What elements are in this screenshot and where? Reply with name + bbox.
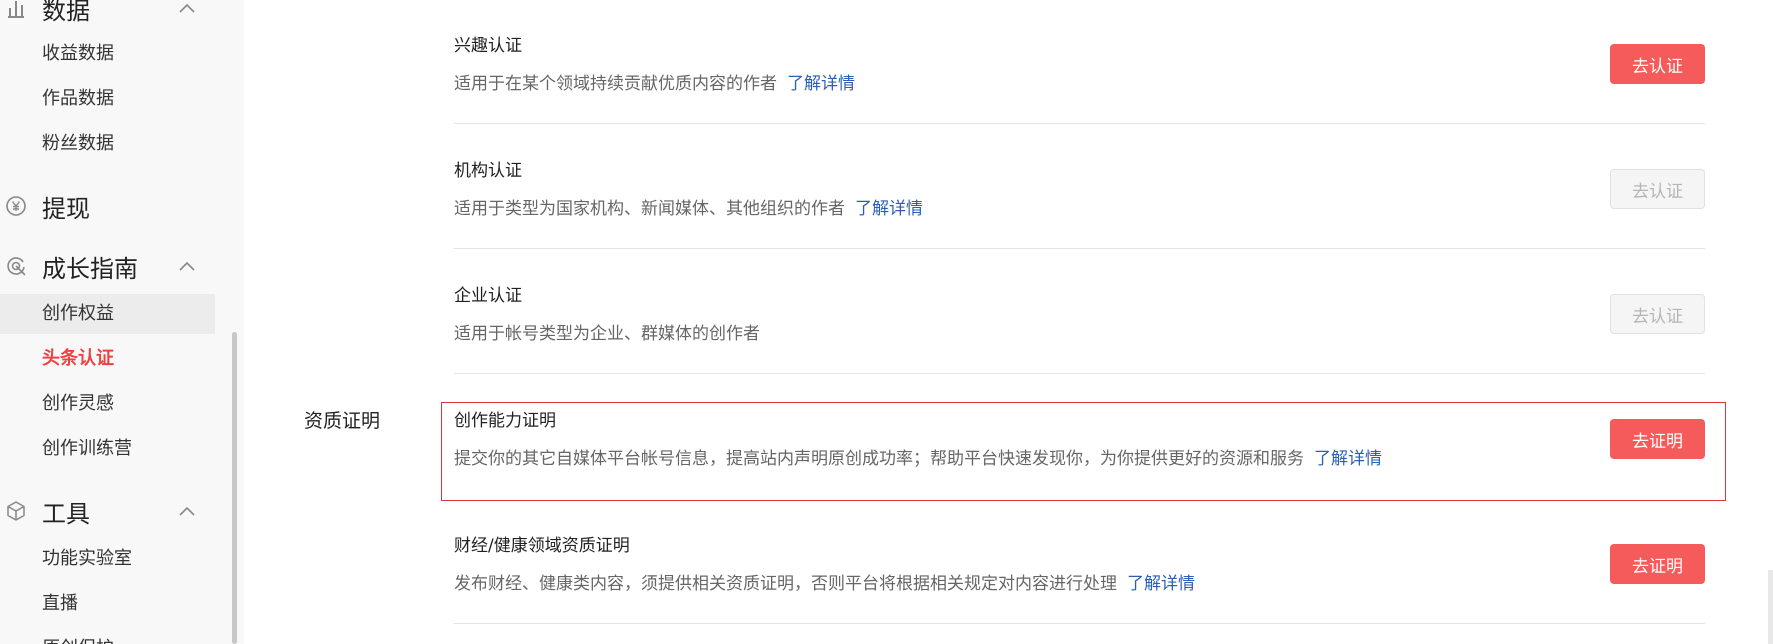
sidebar-section-title: 提现 [42,194,90,223]
row-title: 创作能力证明 [454,411,556,431]
group-label-qualification: 资质证明 [304,410,381,432]
row-description: 发布财经、健康类内容，须提供相关资质证明，否则平台将根据相关规定对内容进行处理了… [454,569,1195,594]
prove-button[interactable]: 去证明 [1610,419,1705,459]
growth-target-icon [4,254,28,278]
learn-more-link[interactable]: 了解详情 [1127,574,1195,594]
learn-more-link[interactable]: 了解详情 [855,199,923,219]
sidebar-section-withdraw[interactable]: 提现 [0,186,215,226]
row-description-text: 发布财经、健康类内容，须提供相关资质证明，否则平台将根据相关规定对内容进行处理 [454,574,1117,594]
certify-button[interactable]: 去认证 [1610,44,1705,84]
divider [454,123,1705,124]
divider [454,623,1705,624]
row-description: 适用于在某个领域持续贡献优质内容的作者 了解详情 [454,69,855,94]
sidebar-section-growth[interactable]: 成长指南 [0,246,215,286]
certify-button-disabled: 去认证 [1610,294,1705,334]
chevron-up-icon[interactable] [176,255,198,277]
sidebar-section-title: 数据 [42,0,90,25]
row-description-text: 适用于在某个领域持续贡献优质内容的作者 [454,74,777,94]
sidebar-item-works-data[interactable]: 作品数据 [0,79,215,119]
sidebar-item-revenue-data[interactable]: 收益数据 [0,34,215,74]
row-description: 适用于类型为国家机构、新闻媒体、其他组织的作者 了解详情 [454,194,923,219]
sidebar: 数据 收益数据 作品数据 粉丝数据 提现 成长指南 创作权益 头条认证 创作灵感… [0,0,244,644]
row-title: 企业认证 [454,286,522,306]
sidebar-section-data[interactable]: 数据 [0,0,215,28]
row-title: 机构认证 [454,161,522,181]
sidebar-section-tools[interactable]: 工具 [0,491,215,531]
page-scrollbar[interactable] [1768,570,1773,644]
row-description-text: 适用于类型为国家机构、新闻媒体、其他组织的作者 [454,199,845,219]
row-title: 兴趣认证 [454,36,522,56]
divider [454,248,1705,249]
certify-button-disabled: 去认证 [1610,169,1705,209]
sidebar-item-creation-camp[interactable]: 创作训练营 [0,429,215,469]
chevron-up-icon[interactable] [176,0,198,19]
sidebar-scrollbar[interactable] [232,332,237,644]
bar-chart-icon [4,0,28,20]
chevron-up-icon[interactable] [176,500,198,522]
learn-more-link[interactable]: 了解详情 [1314,449,1382,469]
sidebar-section-title: 工具 [42,499,90,528]
main-content: 资质证明 兴趣认证 适用于在某个领域持续贡献优质内容的作者 了解详情 去认证 机构… [244,0,1773,644]
row-description: 适用于帐号类型为企业、群媒体的创作者 [454,319,760,344]
learn-more-link[interactable]: 了解详情 [787,74,855,94]
row-description-text: 提交你的其它自媒体平台帐号信息，提高站内声明原创成功率；帮助平台快速发现你，为你… [454,449,1304,469]
sidebar-item-toutiao-certification[interactable]: 头条认证 [0,339,215,379]
row-description-text: 适用于帐号类型为企业、群媒体的创作者 [454,324,760,344]
row-description: 提交你的其它自媒体平台帐号信息，提高站内声明原创成功率；帮助平台快速发现你，为你… [454,444,1382,469]
sidebar-item-fans-data[interactable]: 粉丝数据 [0,124,215,164]
yen-circle-icon [4,194,28,218]
sidebar-section-title: 成长指南 [42,254,138,283]
prove-button[interactable]: 去证明 [1610,544,1705,584]
sidebar-item-live[interactable]: 直播 [0,584,215,624]
row-title: 财经/健康领域资质证明 [454,536,630,556]
divider [454,373,1705,374]
cube-icon [4,499,28,523]
sidebar-item-creator-rights[interactable]: 创作权益 [0,294,215,334]
sidebar-item-feature-lab[interactable]: 功能实验室 [0,539,215,579]
sidebar-item-original-protection[interactable]: 原创保护 [0,629,215,644]
sidebar-item-creation-inspiration[interactable]: 创作灵感 [0,384,215,424]
